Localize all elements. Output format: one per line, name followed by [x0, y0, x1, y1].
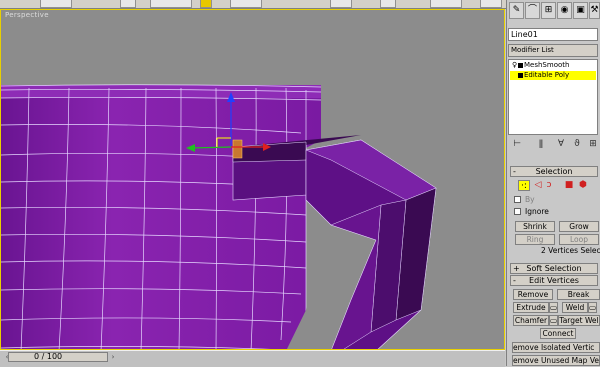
make-unique-icon[interactable]: ∀: [554, 138, 568, 150]
show-end-result-icon[interactable]: ǁ: [534, 138, 548, 150]
by-vertex-label: By: [525, 195, 535, 204]
remove-isolated-vertices-button[interactable]: emove Isolated Vertic: [512, 342, 600, 353]
weld-button[interactable]: Weld: [562, 302, 588, 313]
target-weld-button[interactable]: Target Wel: [558, 315, 600, 326]
next-frame-icon[interactable]: ›: [108, 353, 118, 362]
remove-modifier-icon[interactable]: ϑ: [570, 138, 584, 150]
remove-unused-map-verts-button[interactable]: emove Unused Map Verti: [512, 355, 600, 366]
selection-status: 2 Vertices Selected: [541, 246, 600, 255]
extrude-button[interactable]: Extrude: [513, 302, 549, 313]
stack-toolbar: ⊢ ǁ ∀ ϑ ⊞: [508, 138, 598, 152]
border-mode-icon[interactable]: ↄ: [543, 180, 555, 191]
ignore-backfacing-label: Ignore: [525, 207, 549, 216]
mesh-render[interactable]: [1, 10, 505, 350]
edit-vertices-rollout-header[interactable]: - Edit Vertices: [510, 275, 598, 286]
lightbulb-icon[interactable]: ♀: [512, 61, 517, 70]
chamfer-button[interactable]: Chamfer: [513, 315, 549, 326]
ignore-backfacing-checkbox[interactable]: [514, 208, 521, 215]
polygon-mode-icon[interactable]: ■: [563, 180, 575, 191]
toolbar-button[interactable]: [480, 0, 502, 8]
modifier-list-dropdown[interactable]: Modifier List: [508, 44, 598, 57]
stack-item-editable-poly[interactable]: Editable Poly: [510, 71, 596, 80]
extrude-settings-icon[interactable]: ▭: [549, 302, 558, 313]
display-tab-icon[interactable]: ▣: [573, 2, 588, 19]
time-slider-value: 0 / 100: [34, 352, 63, 361]
toolbar-button[interactable]: [230, 0, 262, 8]
element-mode-icon[interactable]: ⬢: [577, 180, 589, 191]
by-vertex-checkbox[interactable]: [514, 196, 521, 203]
toolbar-button[interactable]: [40, 0, 72, 8]
break-button[interactable]: Break: [557, 289, 600, 300]
hierarchy-tab-icon[interactable]: ⊞: [541, 2, 556, 19]
ring-button[interactable]: Ring: [515, 234, 555, 245]
toolbar-button[interactable]: [380, 0, 396, 8]
weld-settings-icon[interactable]: ▭: [588, 302, 597, 313]
create-tab-icon[interactable]: ✎: [509, 2, 524, 19]
shrink-button[interactable]: Shrink: [515, 221, 555, 232]
expand-icon[interactable]: [518, 63, 523, 68]
toolbar-button[interactable]: [120, 0, 136, 8]
prev-frame-icon[interactable]: ‹: [2, 353, 12, 362]
cup-body[interactable]: [1, 90, 321, 350]
chamfer-settings-icon[interactable]: ▭: [549, 315, 558, 326]
loop-button[interactable]: Loop: [559, 234, 599, 245]
viewport-label[interactable]: Perspective: [5, 11, 49, 19]
utilities-tab-icon[interactable]: ⚒: [589, 2, 600, 19]
selection-rollout-header[interactable]: - Selection: [510, 166, 598, 177]
toolbar-button[interactable]: [200, 0, 212, 8]
perspective-viewport[interactable]: Perspective: [0, 9, 505, 350]
selected-vertex-marker[interactable]: [232, 139, 243, 159]
toolbar-button[interactable]: [330, 0, 352, 8]
cup-rim[interactable]: [1, 85, 321, 98]
pin-stack-icon[interactable]: ⊢: [510, 138, 524, 150]
object-name-field[interactable]: Line01: [508, 28, 598, 41]
motion-tab-icon[interactable]: ◉: [557, 2, 572, 19]
grow-button[interactable]: Grow: [559, 221, 599, 232]
stack-item-meshsmooth[interactable]: ♀ MeshSmooth: [510, 61, 596, 70]
vertex-mode-icon[interactable]: ·:: [518, 180, 530, 191]
remove-button[interactable]: Remove: [513, 289, 553, 300]
connect-button[interactable]: Connect: [540, 328, 576, 339]
expand-icon[interactable]: [518, 73, 523, 78]
modifier-stack[interactable]: ♀ MeshSmooth Editable Poly: [508, 59, 598, 135]
toolbar-button[interactable]: [430, 0, 462, 8]
configure-sets-icon[interactable]: ⊞: [586, 138, 600, 150]
toolbar-button[interactable]: [150, 0, 192, 8]
modify-tab-icon[interactable]: ⌒: [525, 2, 540, 19]
soft-selection-rollout-header[interactable]: + Soft Selection: [510, 263, 598, 274]
